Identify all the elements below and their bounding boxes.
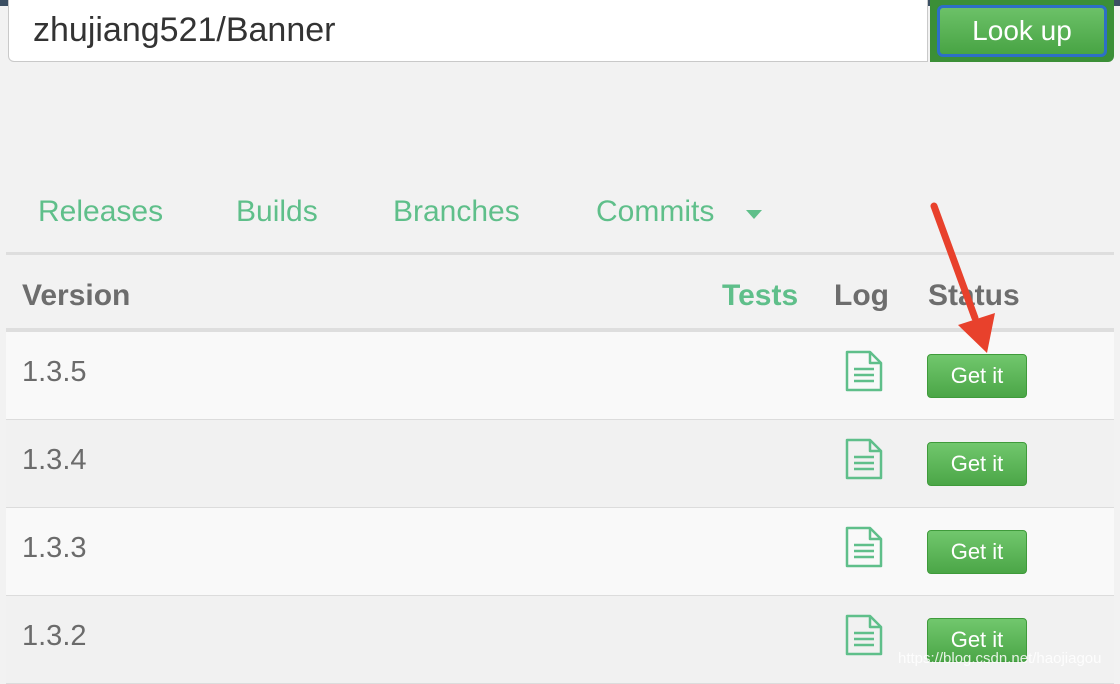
version-label: 1.3.3 <box>22 532 87 564</box>
table-row: 1.3.5 Get it <box>6 332 1114 420</box>
tab-branches[interactable]: Branches <box>393 195 596 229</box>
tab-builds[interactable]: Builds <box>236 195 393 229</box>
header-tests[interactable]: Tests <box>722 279 798 313</box>
tab-commits-label: Commits <box>596 195 715 228</box>
header-status: Status <box>928 279 1020 312</box>
document-icon[interactable] <box>844 614 884 656</box>
header-log: Log <box>834 279 889 312</box>
header-version: Version <box>22 279 131 312</box>
version-label: 1.3.5 <box>22 356 87 388</box>
version-label: 1.3.4 <box>22 444 87 476</box>
watermark-text: https://blog.csdn.net/haojiagou <box>898 650 1102 667</box>
table-row: 1.3.4 Get it <box>6 420 1114 508</box>
look-up-button-label: Look up <box>937 5 1107 57</box>
document-icon[interactable] <box>844 526 884 568</box>
get-it-button[interactable]: Get it <box>927 442 1027 486</box>
table-row: 1.3.2 Get it <box>6 596 1114 684</box>
tab-bar: Releases Builds Branches Commits <box>38 192 763 232</box>
caret-down-icon[interactable] <box>746 209 763 219</box>
repository-search-input[interactable] <box>8 0 928 62</box>
table-header: Version Tests Log Status <box>6 252 1114 332</box>
table-row: 1.3.3 Get it <box>6 508 1114 596</box>
tab-commits[interactable]: Commits <box>596 195 763 229</box>
search-bar: Look up <box>8 0 1114 64</box>
document-icon[interactable] <box>844 438 884 480</box>
versions-table: Version Tests Log Status 1.3.5 Get it 1.… <box>6 252 1114 684</box>
look-up-button[interactable]: Look up <box>930 0 1114 62</box>
tab-releases[interactable]: Releases <box>38 195 236 229</box>
version-label: 1.3.2 <box>22 620 87 652</box>
get-it-button[interactable]: Get it <box>927 354 1027 398</box>
get-it-button[interactable]: Get it <box>927 530 1027 574</box>
document-icon[interactable] <box>844 350 884 392</box>
